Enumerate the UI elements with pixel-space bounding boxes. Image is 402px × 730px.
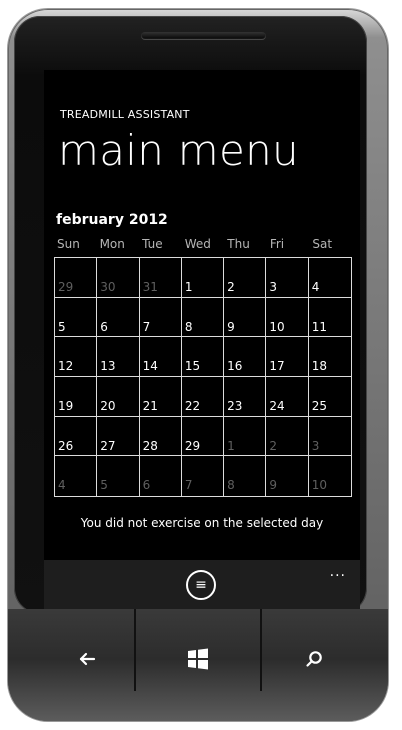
calendar-day[interactable]: 7: [182, 456, 225, 496]
calendar-day[interactable]: 13: [97, 337, 140, 377]
hardware-divider-left: [134, 609, 136, 691]
calendar-day[interactable]: 2: [224, 258, 267, 298]
search-button[interactable]: [298, 643, 330, 675]
calendar-day[interactable]: 2: [266, 416, 309, 457]
calendar-day[interactable]: 23: [224, 377, 267, 417]
calendar-day[interactable]: 9: [266, 456, 309, 496]
calendar-day[interactable]: 21: [139, 377, 182, 417]
calendar-day[interactable]: 6: [97, 297, 140, 338]
weekday-thu: Thu: [227, 237, 250, 251]
weekday-sat: Sat: [312, 237, 333, 251]
page-title: main menu: [58, 126, 299, 175]
list-icon: ≡: [195, 577, 207, 593]
weekday-fri: Fri: [269, 237, 285, 251]
calendar-day[interactable]: 10: [266, 297, 309, 338]
calendar-day[interactable]: 30: [97, 258, 140, 298]
app-screen: TREADMILL ASSISTANT main menu february 2…: [44, 70, 360, 613]
calendar-day[interactable]: 19: [55, 377, 98, 417]
weekday-wed: Wed: [184, 237, 211, 251]
calendar-day[interactable]: 31: [139, 258, 182, 298]
calendar-day[interactable]: 8: [181, 297, 225, 338]
calendar-day[interactable]: 7: [139, 297, 182, 338]
calendar-day[interactable]: 4: [308, 258, 351, 298]
calendar-day[interactable]: 4: [55, 456, 98, 496]
calendar-day[interactable]: 15: [181, 337, 225, 377]
start-button[interactable]: [182, 643, 214, 675]
calendar-day[interactable]: 3: [266, 258, 309, 298]
calendar-day[interactable]: 9: [224, 297, 267, 338]
speaker: [141, 32, 266, 40]
weekday-tue: Tue: [142, 237, 163, 251]
calendar-day[interactable]: 14: [139, 337, 182, 377]
more-icon[interactable]: ...: [330, 565, 346, 579]
weekday-mon: Mon: [99, 237, 125, 251]
calendar-day[interactable]: 1: [181, 258, 225, 298]
calendar-day[interactable]: 16: [224, 337, 267, 377]
calendar-day[interactable]: 28: [139, 416, 182, 457]
calendar-day[interactable]: 18: [308, 337, 351, 377]
list-button[interactable]: ≡: [186, 570, 216, 600]
calendar-day[interactable]: 10: [309, 456, 351, 496]
month-label: february 2012: [56, 212, 168, 228]
calendar-day[interactable]: 17: [266, 337, 309, 377]
weekday-sun: Sun: [57, 237, 80, 251]
windows-icon: [184, 645, 212, 673]
calendar-day[interactable]: 24: [266, 377, 309, 417]
app-bar: ... ≡: [44, 560, 360, 613]
calendar-day[interactable]: 12: [55, 337, 98, 377]
calendar-day[interactable]: 29: [181, 416, 225, 457]
calendar-grid: 29 30 31 1 2 3 4 5 6 7 8 9 10 11 12 13 1…: [54, 257, 352, 497]
calendar-day[interactable]: 6: [140, 456, 182, 496]
calendar-day[interactable]: 3: [308, 417, 351, 457]
calendar-day[interactable]: 5: [55, 297, 98, 338]
search-icon: [302, 647, 326, 671]
calendar-day[interactable]: 5: [97, 456, 140, 496]
app-title: TREADMILL ASSISTANT: [60, 108, 190, 121]
calendar-day[interactable]: 29: [55, 258, 98, 298]
calendar-day[interactable]: 8: [224, 456, 267, 496]
back-icon: [75, 647, 99, 671]
hardware-divider-right: [260, 609, 262, 691]
phone-bezel: TREADMILL ASSISTANT main menu february 2…: [14, 16, 367, 614]
calendar-day[interactable]: 26: [55, 416, 98, 457]
calendar-day[interactable]: 11: [308, 298, 351, 338]
calendar-day[interactable]: 1: [224, 416, 267, 457]
calendar-day[interactable]: 20: [97, 377, 140, 417]
hardware-buttons: [8, 609, 388, 721]
calendar-day[interactable]: 27: [97, 416, 140, 457]
back-button[interactable]: [71, 643, 103, 675]
exercise-status: You did not exercise on the selected day: [80, 516, 324, 530]
calendar-day[interactable]: 25: [308, 377, 351, 417]
calendar-day[interactable]: 22: [181, 377, 225, 417]
weekday-header: Sun Mon Tue Wed Thu Fri Sat: [54, 236, 352, 252]
